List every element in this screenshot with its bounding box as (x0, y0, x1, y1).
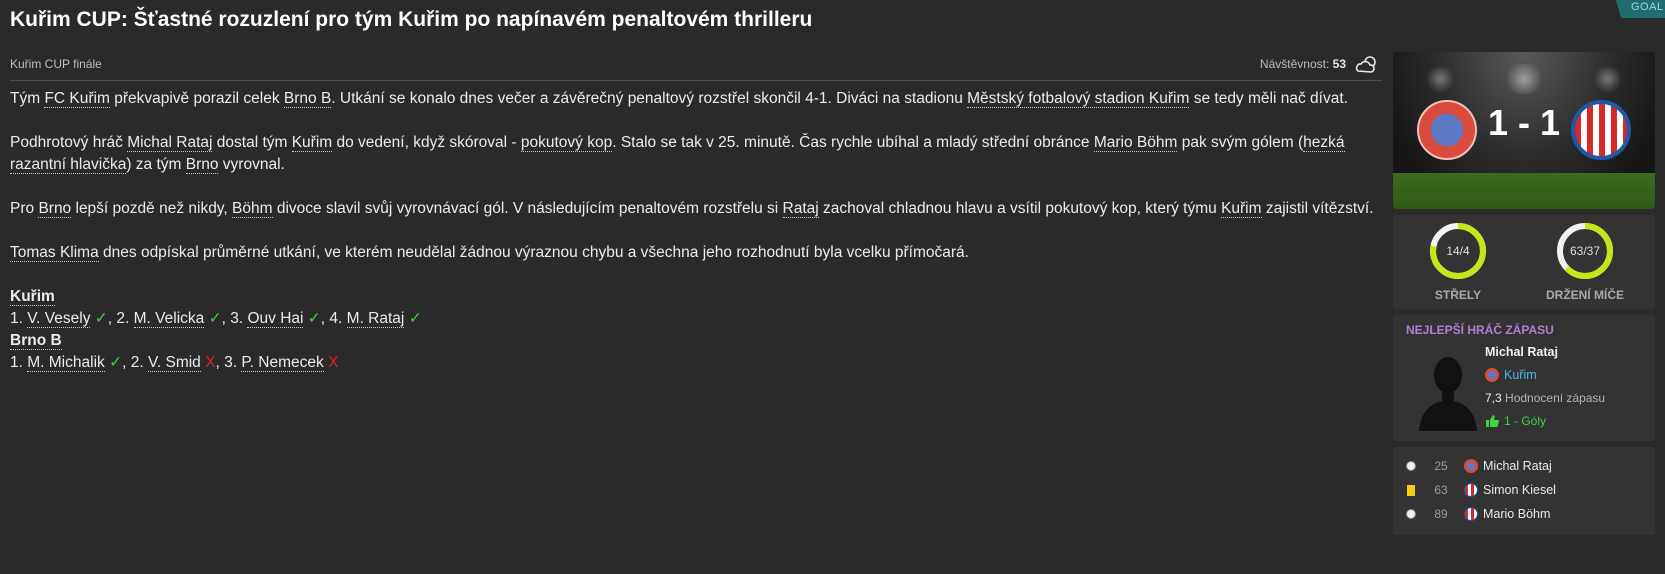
player-link[interactable]: Rataj (782, 200, 819, 218)
event-row[interactable]: 89 Mario Böhm (1393, 502, 1655, 526)
taker-link[interactable]: M. Michalik (27, 354, 105, 372)
cloudy-icon (1355, 56, 1376, 73)
ball-icon (1404, 461, 1418, 471)
missed-mark: X (328, 354, 339, 371)
shots-stat: 14/4 STŘELY (1408, 221, 1508, 302)
attendance-label: Návštěvnost: (1259, 57, 1330, 71)
player-link[interactable]: Mario Böhm (1093, 134, 1178, 152)
event-row[interactable]: 25 Michal Rataj (1393, 454, 1655, 478)
yellow-card-icon (1404, 484, 1418, 496)
article-paragraph: Pro Brno lepší pozdě než nikdy, Böhm div… (10, 200, 1374, 218)
best-player-rating: 7,3 Hodnocení zápasu (1485, 391, 1606, 405)
referee-link[interactable]: Tomas Klima (10, 244, 99, 262)
divider (10, 80, 1382, 81)
player-link[interactable]: Böhm (232, 200, 273, 218)
possession-ring: 63/37 (1557, 223, 1613, 279)
scored-mark: ✓ (307, 310, 321, 327)
taker-link[interactable]: M. Velicka (133, 310, 205, 328)
goal-type-link[interactable]: pokutový kop (520, 134, 613, 152)
team-link[interactable]: Kuřim (1221, 200, 1262, 218)
scored-mark: ✓ (408, 310, 422, 327)
shots-ring: 14/4 (1430, 223, 1486, 279)
scored-mark: ✓ (109, 354, 123, 371)
shots-value: 14/4 (1446, 244, 1470, 258)
brno-crest-icon (1464, 483, 1478, 497)
fc-kurim-crest-icon (1485, 368, 1499, 382)
possession-value: 63/37 (1570, 244, 1600, 258)
shootout-takers-home: 1. V. Vesely ✓, 2. M. Velicka ✓, 3. Ouv … (10, 310, 422, 328)
fc-kurim-crest-icon (1464, 459, 1478, 473)
article-paragraph: Podhrotový hráč Michal Rataj dostal tým … (10, 134, 1345, 174)
taker-link[interactable]: M. Rataj (346, 310, 405, 328)
article-paragraph: Tým FC Kuřim překvapivě porazil celek Br… (10, 90, 1348, 108)
taker-link[interactable]: P. Nemecek (241, 354, 324, 372)
article-paragraph: Tomas Klima dnes odpískal průměrné utkán… (10, 244, 969, 262)
event-minute: 63 (1434, 483, 1448, 497)
shootout-team-home[interactable]: Kuřim (10, 288, 55, 306)
scoreboard: 1 - 1 (1393, 52, 1655, 209)
scored-mark: ✓ (208, 310, 222, 327)
best-player-card: NEJLEPŠÍ HRÁČ ZÁPASU Michal Rataj Kuřim … (1393, 315, 1655, 441)
match-events: 25 Michal Rataj 63 Simon Kiesel 89 Mario… (1393, 447, 1655, 535)
taker-link[interactable]: Ouv Hai (247, 310, 304, 328)
thumbs-up-icon (1486, 415, 1499, 427)
possession-label: DRŽENÍ MÍČE (1546, 288, 1624, 302)
stadium-lights (1393, 64, 1655, 94)
missed-mark: X (205, 354, 216, 371)
ball-icon (1404, 509, 1418, 519)
best-player-name[interactable]: Michal Rataj (1485, 345, 1558, 359)
team-link[interactable]: Brno (38, 200, 72, 218)
shootout-team-away[interactable]: Brno B (10, 332, 62, 350)
taker-link[interactable]: V. Smid (147, 354, 201, 372)
attendance-value: 53 (1332, 57, 1346, 71)
event-minute: 25 (1434, 459, 1448, 473)
scored-mark: ✓ (94, 310, 108, 327)
team-link[interactable]: FC Kuřim (44, 90, 110, 108)
best-player-goals: 1 - Góly (1485, 414, 1546, 428)
article-body: Tým FC Kuřim překvapivě porazil celek Br… (10, 88, 1382, 374)
match-stats: 14/4 STŘELY 63/37 DRŽENÍ MÍČE (1393, 215, 1655, 309)
shootout-takers-away: 1. M. Michalik ✓, 2. V. Smid X, 3. P. Ne… (10, 354, 339, 372)
event-player: Michal Rataj (1483, 459, 1552, 473)
event-player: Mario Böhm (1483, 507, 1551, 521)
headline: Kuřim CUP: Šťastné rozuzlení pro tým Kuř… (10, 8, 813, 31)
attendance: Návštěvnost: 53 (1260, 54, 1380, 74)
goal-tag[interactable]: GOAL (1615, 0, 1665, 18)
player-link[interactable]: Michal Rataj (127, 134, 213, 152)
team-link[interactable]: Brno B (283, 90, 332, 108)
team-link[interactable]: Brno (185, 156, 219, 174)
match-report-page: Kuřim CUP: Šťastné rozuzlení pro tým Kuř… (0, 0, 1665, 574)
match-sidebar: 1 - 1 14/4 STŘELY 63/37 DRŽENÍ MÍČE NEJL… (1393, 52, 1655, 535)
possession-stat: 63/37 DRŽENÍ MÍČE (1535, 221, 1635, 302)
stadium-link[interactable]: Městský fotbalový stadion Kuřim (967, 90, 1190, 108)
meta-row: Kuřim CUP finále Návštěvnost: 53 (10, 54, 1380, 74)
event-row[interactable]: 63 Simon Kiesel (1393, 478, 1655, 502)
shots-label: STŘELY (1434, 288, 1482, 302)
competition-label: Kuřim CUP finále (10, 57, 102, 71)
best-player-title: NEJLEPŠÍ HRÁČ ZÁPASU (1406, 323, 1554, 337)
team-link[interactable]: Kuřim (291, 134, 333, 152)
event-player: Simon Kiesel (1483, 483, 1556, 497)
pitch-image (1393, 173, 1655, 209)
best-player-team[interactable]: Kuřim (1485, 368, 1537, 382)
event-minute: 89 (1434, 507, 1448, 521)
taker-link[interactable]: V. Vesely (27, 310, 91, 328)
brno-crest-icon (1464, 507, 1478, 521)
player-silhouette-icon (1419, 357, 1477, 431)
penalty-shootout: Kuřim 1. V. Vesely ✓, 2. M. Velicka ✓, 3… (10, 286, 1382, 374)
brno-crest-icon[interactable] (1571, 100, 1631, 160)
